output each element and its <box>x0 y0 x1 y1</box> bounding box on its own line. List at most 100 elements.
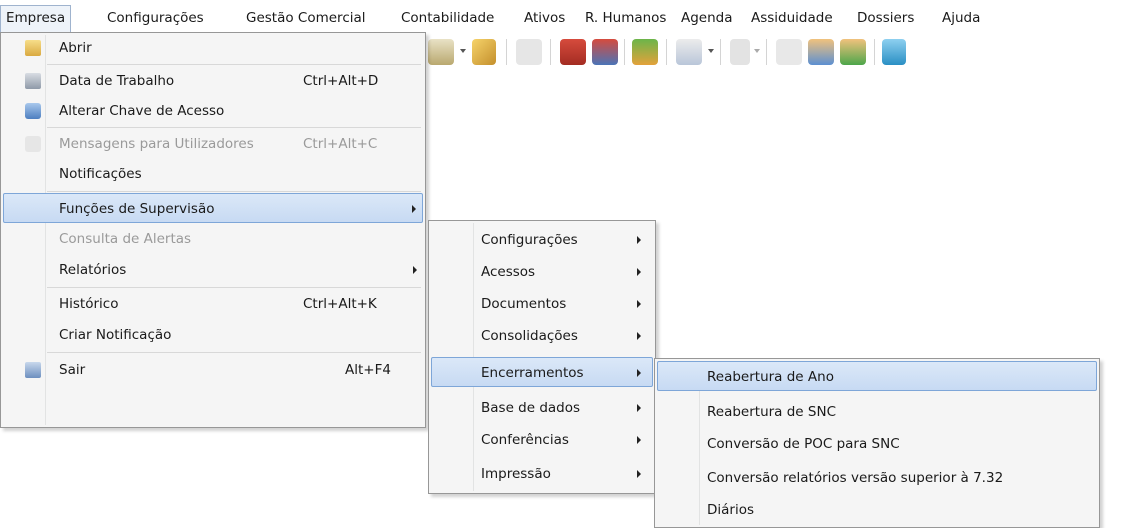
menu-item-data-de-trabalho[interactable]: Data de Trabalho Ctrl+Alt+D <box>3 66 423 96</box>
menu-item-label: Configurações <box>481 232 578 248</box>
menu-item-label: Data de Trabalho <box>59 73 175 89</box>
submenu-item-reabertura-de-snc[interactable]: Reabertura de SNC <box>657 397 1097 427</box>
menubar-recursos-humanos[interactable]: R. Humanos <box>580 6 671 30</box>
chart-disabled-icon <box>730 39 750 65</box>
dropdown-arrow-icon[interactable] <box>460 49 466 53</box>
export-icon[interactable] <box>882 39 906 65</box>
toolbar-separator <box>720 39 721 65</box>
submenu-item-conversao-poc-snc[interactable]: Conversão de POC para SNC <box>657 429 1097 459</box>
toolbar-separator <box>666 39 667 65</box>
transfer-icon[interactable] <box>592 39 618 65</box>
supervisao-submenu: Configurações Acessos Documentos Consoli… <box>428 220 656 494</box>
menu-item-label: Reabertura de Ano <box>707 369 834 385</box>
menu-item-consulta-de-alertas: Consulta de Alertas <box>3 224 423 254</box>
dropdown-arrow-icon <box>754 49 760 53</box>
submenu-item-conferencias[interactable]: Conferências <box>431 425 653 455</box>
submenu-arrow-icon <box>637 436 641 444</box>
submenu-item-documentos[interactable]: Documentos <box>431 289 653 319</box>
toolbar-separator <box>624 39 625 65</box>
submenu-item-base-de-dados[interactable]: Base de dados <box>431 393 653 423</box>
menu-item-label: Diários <box>707 502 755 518</box>
menu-item-label: Reabertura de SNC <box>707 404 837 420</box>
menu-separator <box>47 127 421 128</box>
menu-item-label: Base de dados <box>481 400 581 416</box>
menu-item-label: Relatórios <box>59 262 127 278</box>
menu-item-criar-notificacao[interactable]: Criar Notificação <box>3 320 423 350</box>
message-icon <box>25 136 41 152</box>
menu-item-notificacoes[interactable]: Notificações <box>3 159 423 189</box>
document-disabled-icon <box>516 39 542 65</box>
report-icon[interactable] <box>560 39 586 65</box>
folder-icon <box>25 40 41 56</box>
submenu-item-conversao-relatorios[interactable]: Conversão relatórios versão superior à 7… <box>657 463 1097 493</box>
menu-separator <box>47 287 421 288</box>
menu-item-historico[interactable]: Histórico Ctrl+Alt+K <box>3 289 423 319</box>
submenu-item-diarios[interactable]: Diários <box>657 495 1097 525</box>
menu-item-shortcut: Ctrl+Alt+C <box>303 136 378 152</box>
submenu-arrow-icon <box>412 205 416 213</box>
calendar-icon <box>25 73 41 89</box>
menu-item-label: Documentos <box>481 296 567 312</box>
menu-item-sair[interactable]: Sair Alt+F4 <box>3 355 423 385</box>
menu-item-label: Acessos <box>481 264 536 280</box>
submenu-arrow-icon <box>413 266 417 274</box>
chat-disabled-icon <box>776 39 802 65</box>
submenu-arrow-icon <box>637 404 641 412</box>
menubar-gestao-comercial[interactable]: Gestão Comercial <box>241 6 371 30</box>
menu-item-alterar-chave-de-acesso[interactable]: Alterar Chave de Acesso <box>3 96 423 126</box>
menu-item-shortcut: Ctrl+Alt+D <box>303 73 379 89</box>
user-refresh-icon[interactable] <box>840 39 866 65</box>
tools-icon[interactable] <box>472 39 496 65</box>
submenu-item-impressao[interactable]: Impressão <box>431 459 653 489</box>
menu-item-label: Sair <box>59 362 86 378</box>
submenu-item-reabertura-de-ano[interactable]: Reabertura de Ano <box>657 361 1097 391</box>
user-key-icon[interactable] <box>808 39 834 65</box>
menu-item-abrir[interactable]: Abrir <box>3 33 423 63</box>
menubar-agenda[interactable]: Agenda <box>676 6 738 30</box>
submenu-item-acessos[interactable]: Acessos <box>431 257 653 287</box>
menubar-ajuda[interactable]: Ajuda <box>937 6 985 30</box>
empresa-menu: Abrir Data de Trabalho Ctrl+Alt+D Altera… <box>0 32 426 428</box>
submenu-arrow-icon <box>637 300 641 308</box>
submenu-arrow-icon <box>637 470 641 478</box>
menu-item-label: Conversão de POC para SNC <box>707 436 900 452</box>
home-icon[interactable] <box>632 39 658 65</box>
toolbar-separator <box>550 39 551 65</box>
menu-item-mensagens-para-utilizadores: Mensagens para Utilizadores Ctrl+Alt+C <box>3 129 423 159</box>
menu-item-label: Notificações <box>59 166 142 182</box>
menu-item-label: Mensagens para Utilizadores <box>59 136 254 152</box>
toolbar-separator <box>506 39 507 65</box>
menu-item-relatorios[interactable]: Relatórios <box>3 255 423 285</box>
menu-item-label: Consolidações <box>481 328 578 344</box>
exit-icon <box>25 362 41 378</box>
menu-item-label: Encerramentos <box>481 365 584 381</box>
menu-item-shortcut: Ctrl+Alt+K <box>303 296 377 312</box>
menubar-ativos[interactable]: Ativos <box>519 6 570 30</box>
menu-item-label: Criar Notificação <box>59 327 172 343</box>
submenu-item-encerramentos[interactable]: Encerramentos <box>431 357 653 387</box>
submenu-item-configuracoes[interactable]: Configurações <box>431 225 653 255</box>
menu-item-label: Consulta de Alertas <box>59 231 192 247</box>
menu-item-label: Alterar Chave de Acesso <box>59 103 225 119</box>
toolbar-separator <box>874 39 875 65</box>
menu-bar: Empresa Configurações Gestão Comercial C… <box>0 0 1134 34</box>
key-icon <box>25 103 41 119</box>
menubar-contabilidade[interactable]: Contabilidade <box>396 6 499 30</box>
menu-item-label: Abrir <box>59 40 92 56</box>
menu-item-label: Conferências <box>481 432 569 448</box>
menu-item-label: Histórico <box>59 296 119 312</box>
menu-item-label: Impressão <box>481 466 551 482</box>
printer-icon[interactable] <box>676 39 702 65</box>
ledger-icon[interactable] <box>428 39 454 65</box>
menubar-assiduidade[interactable]: Assiduidade <box>746 6 838 30</box>
menu-separator <box>47 352 421 353</box>
menubar-dossiers[interactable]: Dossiers <box>852 6 919 30</box>
menu-item-funcoes-de-supervisao[interactable]: Funções de Supervisão <box>3 193 423 223</box>
submenu-arrow-icon <box>637 332 641 340</box>
submenu-arrow-icon <box>637 369 641 377</box>
encerramentos-submenu: Reabertura de Ano Reabertura de SNC Conv… <box>654 358 1100 528</box>
menubar-empresa[interactable]: Empresa <box>0 5 72 34</box>
menubar-configuracoes[interactable]: Configurações <box>102 6 209 30</box>
submenu-item-consolidacoes[interactable]: Consolidações <box>431 321 653 351</box>
dropdown-arrow-icon[interactable] <box>708 49 714 53</box>
